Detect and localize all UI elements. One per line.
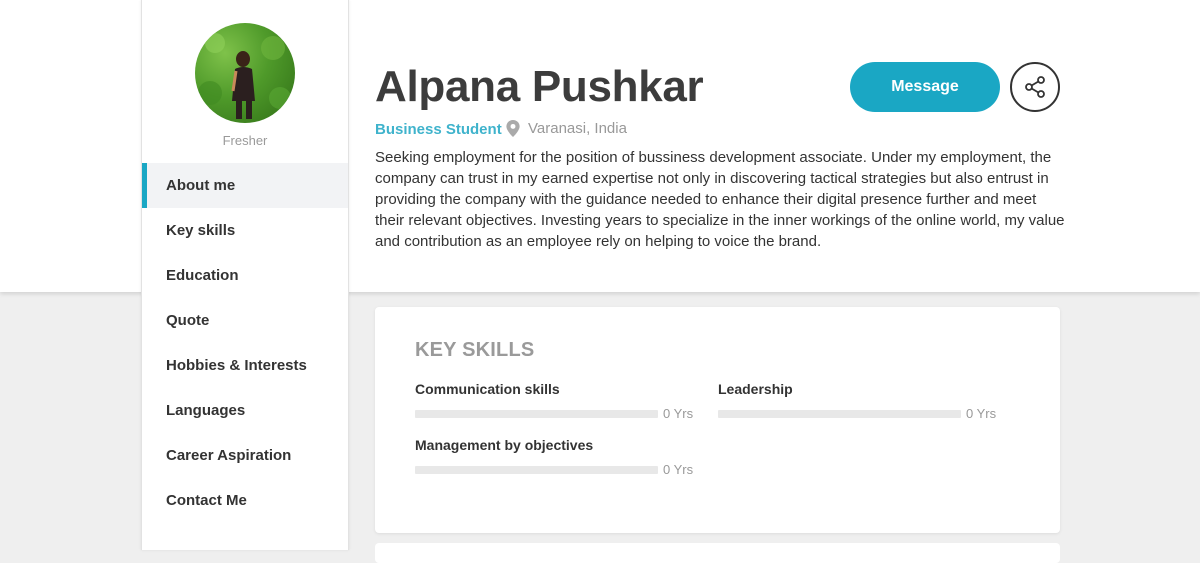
- skill-name: Management by objectives: [415, 437, 594, 453]
- skill-item: Leadership 0 Yrs: [718, 381, 998, 421]
- sidebar-item-about-me[interactable]: About me: [142, 163, 348, 208]
- sidebar-item-key-skills[interactable]: Key skills: [142, 208, 348, 253]
- profile-status: Fresher: [222, 133, 268, 148]
- share-icon: [1025, 76, 1045, 98]
- sidebar-item-education[interactable]: Education: [142, 253, 348, 298]
- location-pin-icon: [506, 120, 520, 137]
- skill-years: 0 Yrs: [663, 462, 694, 477]
- message-button[interactable]: Message: [850, 62, 1000, 112]
- skill-name: Leadership: [718, 381, 793, 397]
- profile-bio: Seeking employment for the position of b…: [375, 149, 1065, 250]
- key-skills-card: KEY SKILLS Communication skills 0 Yrs Le…: [375, 307, 1060, 533]
- sidebar-item-hobbies-interests[interactable]: Hobbies & Interests: [142, 343, 348, 388]
- skill-item: Management by objectives 0 Yrs: [415, 437, 695, 477]
- skill-years: 0 Yrs: [966, 406, 997, 421]
- sidebar-item-quote[interactable]: Quote: [142, 298, 348, 343]
- sidebar-nav: About me Key skills Education Quote Hobb…: [142, 163, 348, 523]
- profile-name: Alpana Pushkar: [375, 62, 704, 111]
- next-section-card: [375, 543, 1060, 563]
- skill-progress-bar: [718, 409, 961, 418]
- profile-role: Business Student: [375, 121, 502, 138]
- location-text: Varanasi, India: [528, 120, 627, 137]
- sidebar-item-languages[interactable]: Languages: [142, 388, 348, 433]
- profile-sidebar: Fresher About me Key skills Education Qu…: [141, 0, 349, 550]
- sidebar-item-contact-me[interactable]: Contact Me: [142, 478, 348, 523]
- profile-location: Varanasi, India: [506, 120, 627, 137]
- key-skills-title: KEY SKILLS: [415, 339, 535, 361]
- sidebar-item-career-aspiration[interactable]: Career Aspiration: [142, 433, 348, 478]
- skill-years: 0 Yrs: [663, 406, 694, 421]
- avatar[interactable]: [195, 23, 295, 123]
- avatar-photo: [198, 33, 291, 119]
- skill-progress-bar: [415, 409, 658, 418]
- skill-progress-bar: [415, 465, 658, 474]
- skill-name: Communication skills: [415, 381, 560, 397]
- skill-item: Communication skills 0 Yrs: [415, 381, 695, 421]
- share-button[interactable]: [1010, 62, 1060, 112]
